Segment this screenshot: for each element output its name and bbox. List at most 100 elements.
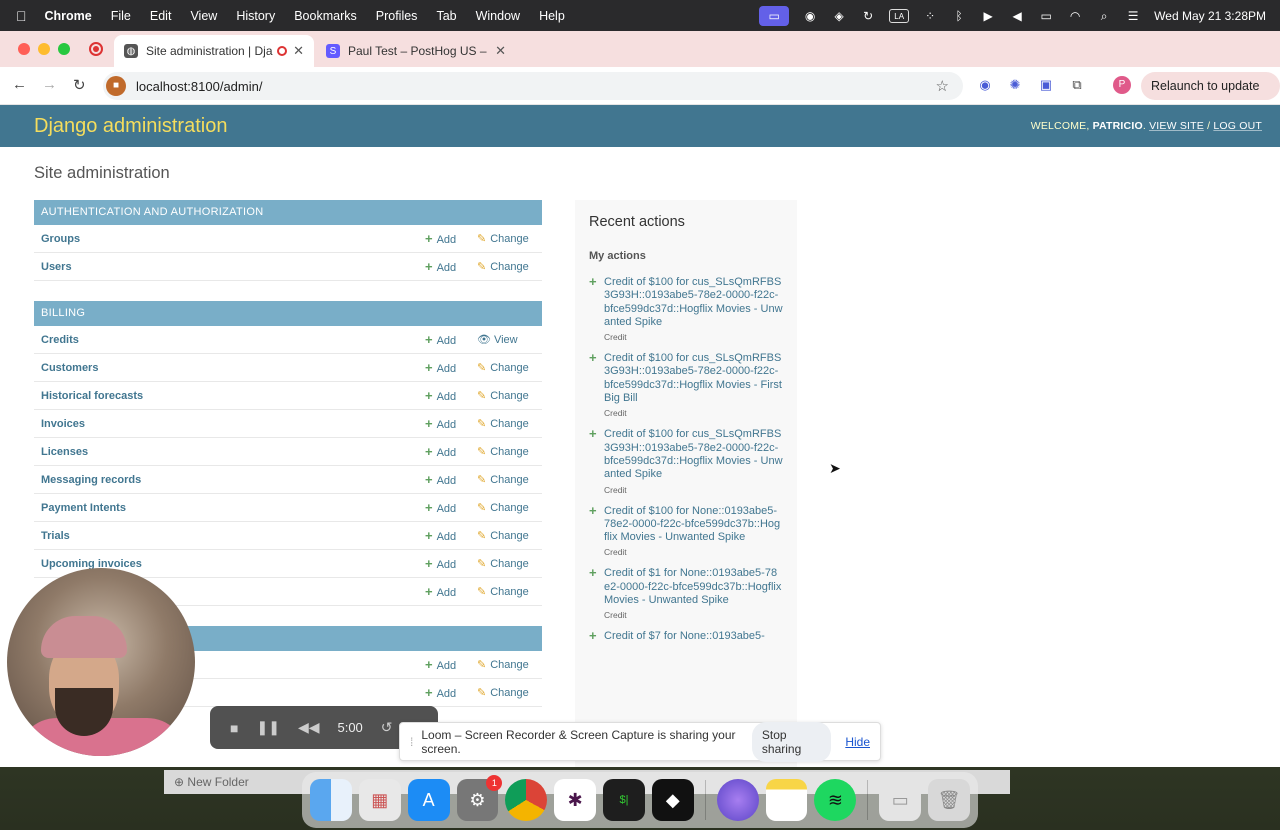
site-branding[interactable]: Django administration [34,115,227,138]
change-link[interactable]: ✎ Change [477,686,529,699]
module-caption[interactable]: Billing [34,301,542,326]
add-link[interactable]: + Add [425,416,456,431]
add-link[interactable]: + Add [425,259,456,274]
pause-icon[interactable]: ❚❚ [256,719,279,736]
tab-django-admin[interactable]: ◍ Site administration | Djang ✕ [114,35,314,67]
input-source-icon[interactable]: LA [889,8,910,23]
extension-2-icon[interactable]: ✺ [1006,77,1024,95]
add-link[interactable]: + Add [425,584,456,599]
menu-help[interactable]: Help [539,9,565,23]
recent-action-link[interactable]: Credit of $100 for cus_SLsQmRFBS3G93H::0… [604,428,783,481]
recent-action-link[interactable]: Credit of $7 for None::0193abe5- [604,630,783,643]
change-link[interactable]: ✎ Change [477,232,529,245]
new-folder-label[interactable]: New Folder [187,775,248,789]
preview-icon[interactable]: ▭ [879,779,922,821]
model-name-link[interactable]: Groups [41,233,535,245]
recent-action-link[interactable]: Credit of $100 for None::0193abe5-78e2-0… [604,505,783,545]
notes-icon[interactable] [765,779,808,821]
screen-share-icon[interactable]: ▭ [759,5,790,26]
chrome-icon[interactable] [505,779,548,821]
stop-recording-icon[interactable]: ■ [230,720,238,736]
add-link[interactable]: + Add [425,685,456,700]
add-link[interactable]: + Add [425,444,456,459]
address-bar[interactable]: ■ localhost:8100/admin/ ☆ [103,72,963,100]
record-status-icon[interactable]: ◉ [802,9,818,23]
change-link[interactable]: ✎ Change [477,445,529,458]
reload-icon[interactable]: ↻ [73,76,86,94]
recent-action-link[interactable]: Credit of $100 for cus_SLsQmRFBS3G93H::0… [604,352,783,405]
add-link[interactable]: + Add [425,556,456,571]
stop-sharing-button[interactable]: Stop sharing [751,721,832,762]
arc-app-icon[interactable] [716,779,759,821]
extensions-puzzle-icon[interactable]: ⧉ [1068,77,1086,95]
menu-window[interactable]: Window [476,9,520,23]
loom-camera-bubble[interactable] [7,568,195,756]
forward-icon[interactable]: → [42,76,57,93]
model-name-link[interactable]: Credits [41,334,535,346]
drag-handle-icon[interactable]: ⁞ [410,735,413,749]
vpn-icon[interactable]: ◈ [831,9,847,23]
change-link[interactable]: ✎ Change [477,658,529,671]
log-out-link[interactable]: LOG OUT [1213,120,1262,132]
menu-clock[interactable]: Wed May 21 3:28PM [1154,9,1266,23]
add-link[interactable]: + Add [425,332,456,347]
control-center-icon[interactable]: ☰ [1125,9,1141,23]
model-name-link[interactable]: Payment Intents [41,502,535,514]
cursor-app-icon[interactable]: ◆ [651,779,694,821]
change-link[interactable]: ✎ Change [477,473,529,486]
back-icon[interactable]: ← [12,76,27,93]
menu-tab[interactable]: Tab [436,9,456,23]
extension-1-icon[interactable]: ◉ [976,77,994,95]
change-link[interactable]: ✎ Change [477,501,529,514]
menu-history[interactable]: History [236,9,275,23]
trash-icon[interactable]: 🗑 [928,779,970,821]
bluetooth-icon[interactable]: ᛒ [951,9,967,23]
change-link[interactable]: ✎ Change [477,417,529,430]
maximize-window-icon[interactable] [58,43,70,55]
close-window-icon[interactable] [18,43,30,55]
menu-edit[interactable]: Edit [150,9,172,23]
spotify-icon[interactable]: ≋ [814,779,857,821]
site-info-icon[interactable]: ■ [106,76,126,96]
model-name-link[interactable]: Licenses [41,446,535,458]
rewind-icon[interactable]: ◀◀ [298,719,320,736]
sync-icon[interactable]: ↻ [860,9,876,23]
change-link[interactable]: ✎ Change [477,260,529,273]
view-site-link[interactable]: VIEW SITE [1149,120,1204,132]
relaunch-button[interactable]: Relaunch to update ⋮ [1141,72,1280,121]
view-link[interactable]: 👁 View [477,333,518,346]
app-store-icon[interactable]: A [407,779,450,821]
menu-file[interactable]: File [111,9,131,23]
new-folder-icon[interactable]: ⊕ [174,775,184,789]
model-name-link[interactable]: Historical forecasts [41,390,535,402]
model-name-link[interactable]: Invoices [41,418,535,430]
add-link[interactable]: + Add [425,360,456,375]
add-link[interactable]: + Add [425,472,456,487]
search-icon[interactable]: ⌕ [1096,9,1112,23]
add-link[interactable]: + Add [425,388,456,403]
add-link[interactable]: + Add [425,657,456,672]
terminal-icon[interactable]: $| [603,779,645,821]
menu-app-name[interactable]: Chrome [45,9,92,23]
model-name-link[interactable]: Customers [41,362,535,374]
wifi-icon[interactable]: ◠ [1067,9,1083,23]
module-caption[interactable]: Authentication and Authorization [34,200,542,225]
extension-3-icon[interactable]: ▣ [1037,77,1055,95]
recent-action-link[interactable]: Credit of $1 for None::0193abe5-78e2-000… [604,567,783,607]
add-link[interactable]: + Add [425,231,456,246]
close-tab-icon[interactable]: ✕ [293,43,304,59]
launchpad-icon[interactable]: ▦ [358,779,401,821]
tab-stripe[interactable]: S Paul Test – PostHog US – Stri ✕ [316,35,516,67]
finder-icon[interactable] [310,779,352,821]
volume-icon[interactable]: ◀ [1009,9,1025,23]
system-settings-icon[interactable]: ⚙ 1 [456,775,503,821]
change-link[interactable]: ✎ Change [477,389,529,402]
model-name-link[interactable]: Users [41,261,535,273]
menu-bookmarks[interactable]: Bookmarks [294,9,357,23]
change-link[interactable]: ✎ Change [477,361,529,374]
slack-icon[interactable]: ✱ [554,779,597,821]
play-icon[interactable]: ▶ [980,9,996,23]
apple-menu-icon[interactable]:  [16,8,27,24]
add-link[interactable]: + Add [425,500,456,515]
bookmark-star-icon[interactable]: ☆ [936,77,949,95]
